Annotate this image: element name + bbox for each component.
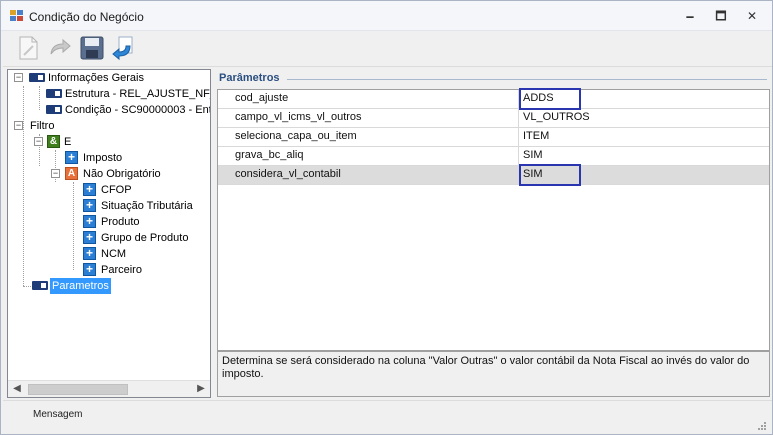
tree-label: Situação Tributária — [101, 200, 193, 212]
parameter-value[interactable]: ITEM — [523, 130, 549, 142]
parameter-row[interactable]: cod_ajuste ADDS — [218, 90, 769, 109]
parameter-key: cod_ajuste — [235, 92, 289, 104]
maximize-button[interactable]: 🗖 — [710, 7, 732, 25]
collapse-icon[interactable]: − — [14, 121, 23, 130]
and-operator-icon: & — [47, 135, 60, 148]
scroll-right-icon[interactable]: ▶ — [194, 383, 208, 395]
tree-node-situacao-tributaria[interactable]: + Situação Tributária — [8, 198, 208, 214]
tree-node-estrutura[interactable]: Estrutura - REL_AJUSTE_NF_ — [8, 86, 211, 102]
parameters-grid[interactable]: cod_ajuste ADDS campo_vl_icms_vl_outros VL_… — [217, 88, 770, 351]
parameter-key: seleciona_capa_ou_item — [235, 130, 357, 142]
collapse-icon[interactable]: − — [51, 169, 60, 178]
parameter-row[interactable]: grava_bc_aliq SIM — [218, 147, 769, 166]
parameter-key: considera_vl_contabil — [235, 168, 341, 180]
tree-node-ncm[interactable]: + NCM — [8, 246, 208, 262]
optional-group-icon: A — [65, 167, 78, 180]
tree-node-grupo-produto[interactable]: + Grupo de Produto — [8, 230, 208, 246]
redo-arrow-icon[interactable] — [46, 34, 74, 62]
tree-label: Parceiro — [101, 264, 142, 276]
new-document-icon[interactable] — [14, 34, 42, 62]
toolbar — [3, 31, 772, 67]
column-divider — [518, 109, 519, 128]
add-item-icon: + — [83, 231, 96, 244]
section-icon — [29, 73, 45, 82]
tree-node-condicao[interactable]: Condição - SC90000003 - Ent — [8, 102, 211, 118]
tree-node-parametros[interactable]: Parametros — [8, 278, 208, 294]
tree-label: NCM — [101, 248, 127, 260]
tree-node-parceiro[interactable]: + Parceiro — [8, 262, 208, 278]
tree-label: CFOP — [101, 184, 132, 196]
highlight-box — [519, 164, 581, 186]
collapse-icon[interactable]: − — [34, 137, 43, 146]
tree-label: Informações Gerais — [48, 72, 144, 84]
tree-label: Filtro — [30, 120, 55, 132]
tree-label: Produto — [101, 216, 140, 228]
scroll-left-icon[interactable]: ◀ — [10, 383, 24, 395]
tree-node-imposto[interactable]: + Imposto — [8, 150, 208, 166]
scroll-thumb[interactable] — [28, 384, 128, 395]
parameter-value[interactable]: VL_OUTROS — [523, 111, 590, 123]
tree-node-cfop[interactable]: + CFOP — [8, 182, 208, 198]
tree-label: Não Obrigatório — [83, 168, 161, 180]
collapse-icon[interactable]: − — [14, 73, 23, 82]
return-arrow-icon[interactable] — [110, 34, 138, 62]
tree-node-nao-obrigatorio[interactable]: − A Não Obrigatório — [8, 166, 208, 182]
parameter-value[interactable]: SIM — [523, 149, 543, 161]
add-item-icon: + — [65, 151, 78, 164]
parameters-panel: Parâmetros cod_ajuste ADDS campo_vl_icms_v… — [215, 69, 770, 398]
app-icon — [10, 10, 23, 21]
add-item-icon: + — [83, 247, 96, 260]
add-item-icon: + — [83, 263, 96, 276]
tree-label: Estrutura - REL_AJUSTE_NF_ — [65, 88, 211, 100]
tree-label: E — [64, 136, 72, 148]
parameters-section-title: Parâmetros — [219, 72, 280, 84]
tree-horizontal-scrollbar[interactable]: ◀ ▶ — [8, 380, 210, 397]
section-icon — [46, 89, 62, 98]
status-message: Mensagem — [33, 409, 83, 420]
title-bar: Condição do Negócio 🗕 🗖 ✕ — [1, 1, 772, 31]
tree-node-informacoes-gerais[interactable]: − Informações Gerais — [8, 70, 208, 86]
add-item-icon: + — [83, 183, 96, 196]
tree-label: Grupo de Produto — [101, 232, 189, 244]
add-item-icon: + — [83, 215, 96, 228]
condition-window: Condição do Negócio 🗕 🗖 ✕ − Informações … — [0, 0, 773, 435]
parameter-description: Determina se será considerado na coluna … — [217, 351, 770, 397]
parameter-row[interactable]: considera_vl_contabil SIM — [218, 166, 769, 185]
tree-label: Condição - SC90000003 - Ent — [65, 104, 211, 116]
parameter-row[interactable]: seleciona_capa_ou_item ITEM — [218, 128, 769, 147]
parameter-row[interactable]: campo_vl_icms_vl_outros VL_OUTROS — [218, 109, 769, 128]
tree-node-produto[interactable]: + Produto — [8, 214, 208, 230]
status-bar: Mensagem — [3, 400, 772, 434]
section-icon — [46, 105, 62, 114]
section-divider — [287, 79, 767, 80]
condition-tree[interactable]: − Informações Gerais Estrutura - REL_AJU… — [7, 69, 211, 398]
highlight-box — [519, 88, 581, 110]
tree-node-e[interactable]: − & E — [8, 134, 208, 150]
save-floppy-icon[interactable] — [78, 34, 106, 62]
resize-grip-icon[interactable] — [756, 420, 766, 430]
parameter-key: campo_vl_icms_vl_outros — [235, 111, 362, 123]
window-title: Condição do Negócio — [29, 10, 144, 24]
section-icon — [32, 281, 48, 290]
tree-label: Parametros — [50, 278, 111, 294]
add-item-icon: + — [83, 199, 96, 212]
tree-label: Imposto — [83, 152, 123, 164]
close-button[interactable]: ✕ — [741, 7, 763, 25]
parameter-key: grava_bc_aliq — [235, 149, 304, 161]
minimize-button[interactable]: 🗕 — [679, 7, 701, 25]
tree-node-filtro[interactable]: − Filtro — [8, 118, 208, 134]
column-divider — [518, 128, 519, 147]
